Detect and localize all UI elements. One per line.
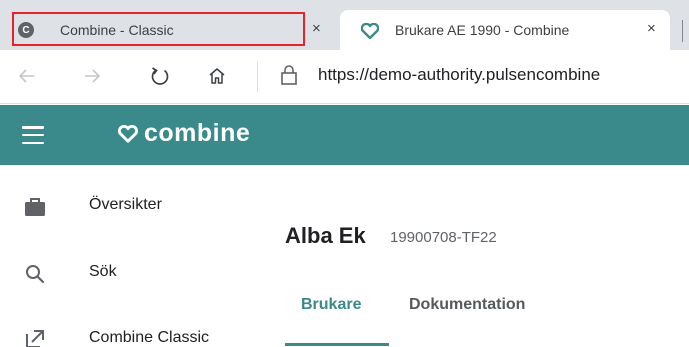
tab-dokumentation[interactable]: Dokumentation [409,296,525,314]
tab-brukare[interactable]: Brukare AE 1990 - Combine × [340,10,670,50]
toolbar-divider [257,62,258,92]
heart-favicon-icon [361,23,379,39]
address-bar-url[interactable]: https://demo-authority.pulsencombine [318,65,600,85]
heart-logo-icon [118,124,138,143]
person-name: Alba Ek [285,223,366,248]
browser-tab-strip: C Combine - Classic × Brukare AE 1990 - … [0,0,689,50]
search-icon [26,265,45,284]
lock-icon[interactable] [280,63,298,92]
open-external-icon [26,330,44,347]
reload-icon[interactable] [148,64,172,88]
sidebar-item-oversikter[interactable]: Översikter [0,186,260,226]
tab-close-icon[interactable]: × [647,20,656,37]
sidebar-item-label: Sök [89,263,117,280]
arrow-right-icon[interactable] [80,64,104,88]
active-tab-indicator [285,343,389,346]
tab-title: Brukare AE 1990 - Combine [395,22,570,38]
tab-separator [682,20,683,42]
person-id: 19900708-TF22 [390,229,497,246]
tab-highlight-box [12,12,305,46]
app-header: combine [0,105,689,165]
sidebar-item-sok[interactable]: Sök [0,253,260,293]
sidebar-item-label: Översikter [89,196,162,213]
brand-name: combine [144,119,251,147]
brand-logo[interactable]: combine [118,119,250,148]
arrow-left-icon[interactable] [15,64,39,88]
sidebar-item-combine-classic[interactable]: Combine Classic [0,318,260,347]
tab-brukare[interactable]: Brukare [301,296,361,314]
sidebar-item-label: Combine Classic [89,329,210,346]
hamburger-icon[interactable] [22,126,44,144]
briefcase-icon [25,198,45,216]
home-icon[interactable] [205,64,229,88]
browser-toolbar: https://demo-authority.pulsencombine [0,50,689,104]
tab-close-icon[interactable]: × [312,20,321,37]
